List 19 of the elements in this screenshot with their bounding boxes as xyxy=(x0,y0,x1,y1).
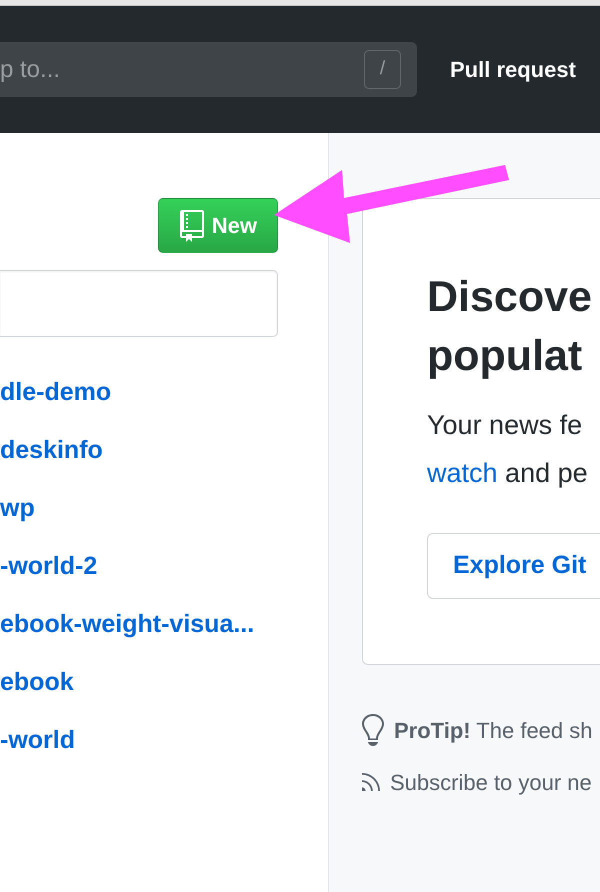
feed-card-description: Your news fe watch and pe xyxy=(427,409,589,490)
repository-link[interactable]: -world-2 xyxy=(0,537,98,595)
rss-icon xyxy=(362,773,380,791)
book-icon xyxy=(180,210,204,242)
watch-link[interactable]: watch xyxy=(427,458,498,488)
protip-text: ProTip! The feed sh xyxy=(394,716,592,745)
repository-link[interactable]: ebook-weight-visua... xyxy=(0,595,254,653)
repository-link[interactable]: -world xyxy=(0,711,75,769)
repository-link[interactable]: ebook xyxy=(0,653,74,711)
repository-link[interactable]: dle-demo xyxy=(0,363,112,421)
nav-link[interactable]: Pull request xyxy=(450,53,576,86)
light-bulb-icon xyxy=(362,714,384,746)
filter-field[interactable] xyxy=(0,270,278,337)
feed-card-title: Discove populat xyxy=(427,272,593,382)
subscribe-link[interactable]: Subscribe to your ne xyxy=(362,766,592,798)
shortcut-key-hint: / xyxy=(364,50,401,89)
repository-link[interactable]: deskinfo xyxy=(0,421,103,479)
explore-button[interactable]: Explore Git xyxy=(427,533,600,599)
repository-link[interactable]: wp xyxy=(0,479,35,537)
